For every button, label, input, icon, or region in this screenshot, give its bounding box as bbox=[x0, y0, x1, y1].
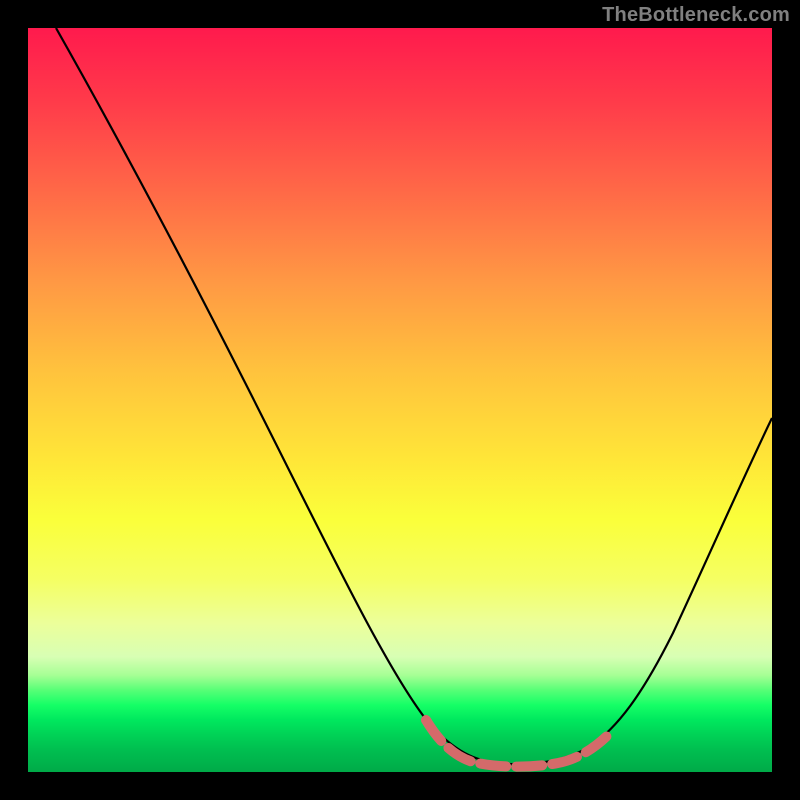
gradient-background bbox=[28, 28, 772, 772]
watermark-text: TheBottleneck.com bbox=[602, 4, 790, 27]
plot-area bbox=[28, 28, 772, 772]
chart-frame: TheBottleneck.com bbox=[0, 0, 800, 800]
